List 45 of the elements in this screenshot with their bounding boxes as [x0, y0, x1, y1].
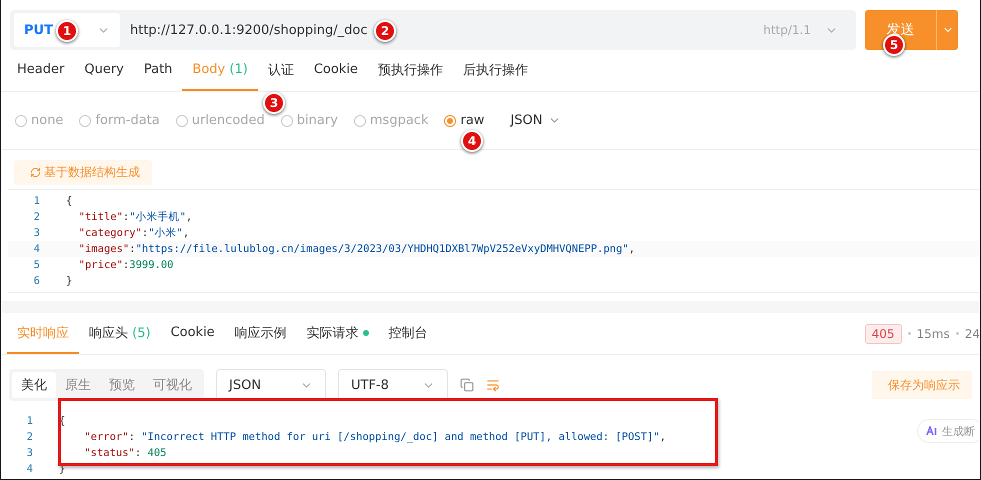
format-select[interactable]: JSON — [504, 112, 568, 129]
wrap-icon[interactable] — [486, 378, 500, 392]
line-number: 6 — [32, 275, 40, 287]
code-line: "title":"小米手机", — [78, 210, 192, 224]
tab[interactable]: Cookie — [160, 313, 225, 354]
code-line: "category":"小米", — [78, 226, 190, 240]
step-marker: 4 — [461, 130, 483, 152]
code-line: { — [66, 195, 72, 207]
tab[interactable]: 响应头 (5) — [79, 313, 161, 354]
copy-icon[interactable] — [460, 378, 474, 392]
view-mode-tab[interactable]: 美化 — [12, 372, 56, 398]
response-size: 24 — [964, 326, 980, 340]
step-marker: 5 — [883, 34, 905, 56]
line-number: 1 — [32, 195, 40, 207]
tab[interactable]: 响应示例 — [224, 313, 297, 354]
line-number: 5 — [32, 259, 40, 271]
line-number: 4 — [26, 463, 33, 475]
tab[interactable]: Query — [74, 50, 134, 91]
tab[interactable]: 认证 — [258, 50, 304, 91]
format-select[interactable]: JSON — [216, 369, 326, 401]
code-line: "price":3999.00 — [78, 259, 174, 271]
code-line: "images":"https://file.lulublog.cn/images/3/2023/03/YHDHQ1DXBl7WpV252eVxyDMHVQNEPP.png", — [78, 243, 635, 255]
line-number: 4 — [32, 243, 40, 255]
tab[interactable]: 控制台 — [378, 313, 438, 354]
radio-option[interactable]: raw — [444, 113, 484, 128]
tab[interactable]: Path — [134, 50, 182, 91]
line-number: 2 — [26, 431, 33, 443]
code-line: "error": "Incorrect HTTP method for uri [/shopping/_doc] and method [PUT], allowed: [POST]", — [83, 431, 666, 443]
line-number: 3 — [26, 447, 33, 459]
tab[interactable]: Cookie — [304, 50, 368, 91]
tab[interactable]: Header — [7, 50, 74, 91]
code-line: } — [66, 275, 72, 287]
line-number: 3 — [32, 227, 40, 239]
encoding-select[interactable]: UTF-8 — [338, 369, 448, 401]
tab[interactable]: 后执行操作 — [452, 50, 538, 91]
status-code: 405 — [864, 324, 902, 344]
code-line: "status": 405 — [83, 447, 166, 459]
line-number: 2 — [32, 211, 40, 223]
response-time: 15ms — [916, 326, 950, 340]
url-field[interactable]: http://127.0.0.1:9200/shopping/_doc — [130, 22, 368, 38]
step-marker: 3 — [263, 92, 285, 114]
refresh-icon — [30, 167, 41, 178]
tab[interactable]: 实际请求 — [296, 313, 379, 354]
line-number: 1 — [26, 415, 33, 427]
tab[interactable]: 预执行操作 — [368, 50, 453, 91]
